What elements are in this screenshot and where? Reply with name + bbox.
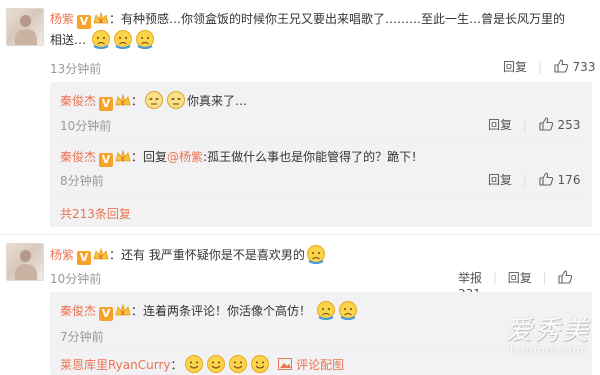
more-replies-link[interactable]: 共213条回复: [60, 205, 131, 222]
like-count: 253: [557, 118, 581, 132]
verified-icon: V: [99, 97, 114, 111]
comment-body: 杨紫 V 6 ：还有 我严重怀疑你是不是喜欢男的: [50, 244, 327, 265]
timestamp: 10分钟前: [50, 272, 102, 286]
reply-button[interactable]: 回复: [488, 173, 512, 187]
watermark-logo: 爱秀美: [506, 316, 591, 346]
reply-item: 秦俊杰 V 6 ：回复@杨紫:孤王做什么事也是你能管得了的？跪下！: [60, 150, 424, 167]
verified-icon: V: [77, 251, 92, 265]
like-icon[interactable]: [538, 116, 554, 132]
reply-button[interactable]: 回复: [508, 271, 532, 285]
divider: [56, 140, 586, 141]
smile-emoji-icon: [206, 355, 225, 373]
reply-button[interactable]: 回复: [503, 60, 527, 74]
vip-crown-icon: 6: [93, 12, 109, 25]
smile-emoji-icon: [250, 355, 269, 373]
svg-text:6: 6: [99, 19, 102, 25]
action-bar: 回复 | 733: [503, 58, 596, 74]
sad-emoji-icon: [113, 30, 132, 49]
sad-emoji-icon: [91, 30, 110, 49]
vip-crown-icon: 6: [115, 94, 131, 107]
like-count: 733: [572, 60, 596, 74]
sad-emoji-icon: [306, 245, 325, 264]
reply-item: 秦俊杰 V 6：你真来了…: [60, 90, 247, 112]
like-count: 176: [557, 173, 581, 187]
speechless-emoji-icon: [145, 91, 164, 109]
comment-text: ：还有 我严重怀疑你是不是喜欢男的: [109, 248, 305, 262]
verified-icon: V: [99, 153, 114, 167]
verified-icon: V: [77, 15, 92, 29]
timestamp: 7分钟前: [60, 330, 104, 344]
reply-item: 秦俊杰 V 6 ：连着两条评论！你活像个高仿！: [60, 300, 359, 322]
divider: [56, 350, 586, 351]
avatar[interactable]: [6, 8, 44, 46]
like-icon[interactable]: [557, 269, 573, 285]
divider: [0, 234, 600, 235]
action-bar: 回复 | 176: [488, 171, 581, 187]
smile-emoji-icon: [228, 355, 247, 373]
speechless-emoji-icon: [167, 91, 186, 109]
reply-button[interactable]: 回复: [488, 118, 512, 132]
username[interactable]: 杨紫: [50, 12, 74, 26]
sad-emoji-icon: [338, 301, 357, 320]
reply-item: 莱恩库里RyanCurry： 评论配图: [60, 354, 344, 375]
timestamp: 8分钟前: [60, 174, 104, 188]
like-icon[interactable]: [538, 171, 554, 187]
timestamp: 10分钟前: [60, 119, 112, 133]
svg-text:6: 6: [99, 255, 102, 261]
username[interactable]: 秦俊杰: [60, 304, 96, 318]
timestamp: 13分钟前: [50, 62, 102, 76]
username[interactable]: 秦俊杰: [60, 150, 96, 164]
svg-text:6: 6: [121, 157, 124, 163]
smile-emoji-icon: [184, 355, 203, 373]
watermark-url: ixiumei.com: [510, 343, 589, 356]
divider: [56, 196, 586, 197]
action-bar: 回复 | 253: [488, 116, 581, 132]
vip-crown-icon: 6: [115, 304, 131, 317]
sad-emoji-icon: [135, 30, 154, 49]
reply-text: ：连着两条评论！你活像个高仿！: [131, 304, 312, 318]
comment-image-link[interactable]: 评论配图: [296, 358, 344, 372]
image-icon: [278, 358, 293, 370]
mention-link[interactable]: @杨紫: [167, 150, 203, 164]
verified-icon: V: [99, 307, 114, 321]
vip-crown-icon: 6: [115, 150, 131, 163]
vip-crown-icon: 6: [93, 248, 109, 261]
reply-text: :孤王做什么事也是你能管得了的？跪下！: [203, 150, 424, 164]
report-button[interactable]: 举报: [458, 271, 482, 285]
avatar[interactable]: [6, 243, 44, 281]
reply-text: 你真来了…: [187, 94, 248, 108]
like-icon[interactable]: [553, 58, 569, 74]
sad-emoji-icon: [316, 301, 335, 320]
username[interactable]: 杨紫: [50, 248, 74, 262]
username[interactable]: 莱恩库里RyanCurry: [60, 358, 171, 372]
svg-text:6: 6: [121, 101, 124, 107]
username[interactable]: 秦俊杰: [60, 94, 96, 108]
svg-text:6: 6: [121, 311, 124, 317]
comment-body: 杨紫 V 6 ：有种预感…你领盒饭的时候你王兄又要出来唱歌了………至此一生…曾是长风万…: [50, 9, 570, 50]
